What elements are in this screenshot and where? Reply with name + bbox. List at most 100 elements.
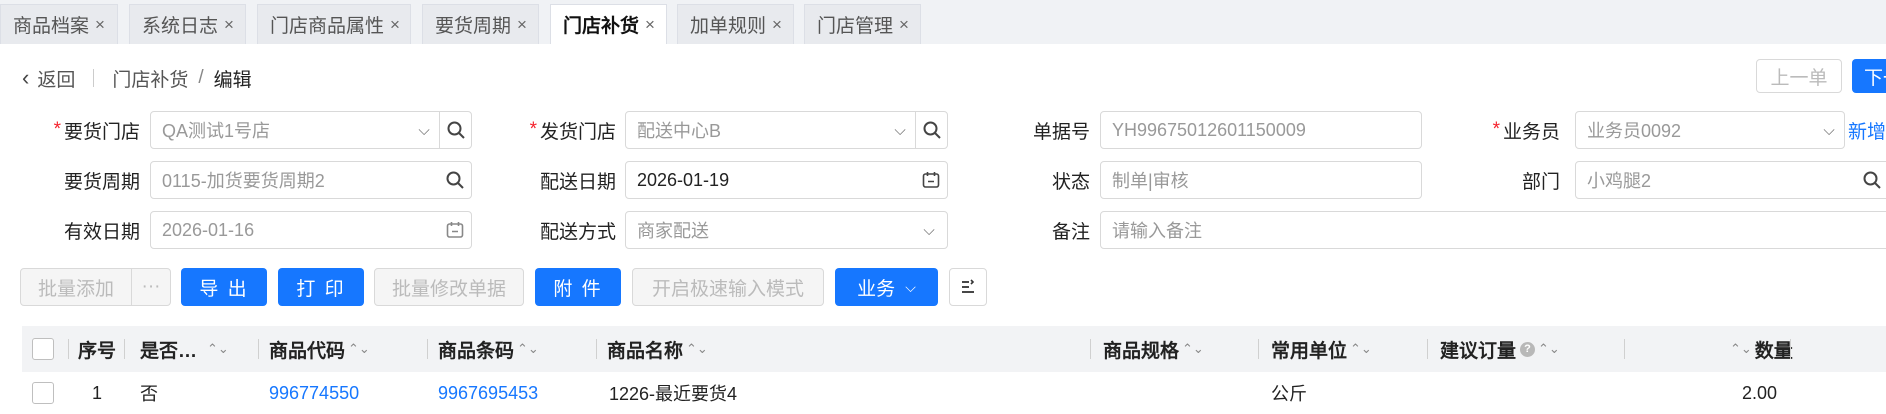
divider (93, 69, 95, 87)
business-label: 业务 (857, 278, 896, 300)
close-icon[interactable]: × (517, 15, 527, 35)
tab-label: 门店补货 (563, 16, 640, 37)
tab-require-cycle[interactable]: 要货周期 × (422, 4, 539, 44)
doc-no-label: 单据号 (1032, 121, 1090, 143)
table-header: 序号 是否… ⌃⌄ 商品代码 ⌃⌄ 商品条码 ⌃⌄ 商品名称 ⌃⌄ 商品规格 ⌃⌄ 常用单… (22, 326, 1886, 372)
calendar-icon[interactable] (439, 212, 471, 248)
close-icon[interactable]: × (645, 15, 655, 35)
cycle-label: 要货周期 (63, 171, 140, 193)
close-icon[interactable]: × (390, 15, 400, 35)
tab-label: 系统日志 (142, 16, 219, 37)
status-label: 状态 (1051, 171, 1090, 193)
search-icon[interactable] (1856, 162, 1886, 198)
table-row[interactable]: 1 否 996774550 9967695453 1226-最近要货4 公斤 2… (22, 372, 1886, 414)
dept-label: 部门 (1521, 171, 1560, 193)
ship-mode-label: 配送方式 (539, 221, 616, 243)
require-store-select[interactable]: QA测试1号店 ⌵ (150, 111, 472, 149)
sort-icon[interactable]: ⌃⌄ (1730, 341, 1752, 357)
print-button[interactable]: 打 印 (278, 268, 364, 306)
row-checkbox[interactable] (32, 372, 54, 414)
batch-add-button[interactable]: 批量添加 (20, 268, 132, 306)
sort-icon[interactable]: ⌃⌄ (348, 341, 370, 357)
valid-date-label: 有效日期 (63, 221, 140, 243)
sort-icon[interactable]: ⌃⌄ (1182, 341, 1204, 357)
chevron-down-icon: ⌵ (894, 121, 906, 139)
close-icon[interactable]: × (224, 15, 234, 35)
close-icon[interactable]: × (899, 15, 909, 35)
dept-value: 小鸡腿2 (1587, 171, 1652, 191)
salesman-value: 业务员0092 (1587, 121, 1682, 141)
ship-date-label: 配送日期 (539, 171, 616, 193)
col-code[interactable]: 商品代码 ⌃⌄ (269, 326, 370, 372)
ship-store-select[interactable]: 配送中心B ⌵ (625, 111, 948, 149)
tab-store-manage[interactable]: 门店管理 × (804, 4, 921, 44)
col-suggest-qty[interactable]: 建议订量? ⌃⌄ (1440, 326, 1560, 372)
ship-store-value: 配送中心B (637, 121, 722, 141)
breadcrumb-current: 编辑 (213, 69, 252, 91)
ship-mode-value: 商家配送 (637, 221, 709, 241)
ship-date-value: 2026-01-19 (637, 169, 730, 190)
valid-date-value: 2026-01-16 (162, 219, 255, 240)
sort-icon[interactable]: ⌃⌄ (207, 341, 229, 357)
cell-flag: 否 (140, 384, 158, 404)
cell-barcode-link[interactable]: 9967695453 (438, 372, 538, 414)
tab-store-replenish[interactable]: 门店补货 × (550, 4, 667, 44)
cycle-select[interactable]: 0115-加货要货周期2 (150, 161, 472, 199)
sort-icon[interactable]: ⌃⌄ (1350, 341, 1372, 357)
back-link[interactable]: 返回 (37, 65, 75, 92)
tab-label: 门店商品属性 (270, 16, 385, 37)
search-icon[interactable] (915, 112, 947, 148)
cell-seq: 1 (92, 382, 103, 403)
col-seq: 序号 (78, 340, 117, 362)
tab-store-goods-attr[interactable]: 门店商品属性 × (257, 4, 411, 44)
tab-label: 加单规则 (690, 16, 767, 37)
calendar-icon[interactable] (915, 162, 947, 198)
search-icon[interactable] (439, 112, 471, 148)
more-button[interactable]: ··· (131, 268, 171, 306)
tab-add-order-rule[interactable]: 加单规则 × (677, 4, 794, 44)
col-name[interactable]: 商品名称 ⌃⌄ (607, 326, 708, 372)
business-dropdown-button[interactable]: 业务 ⌵ (835, 268, 938, 306)
salesman-label: * 业务员 (1492, 119, 1560, 143)
column-settings-icon[interactable] (949, 268, 987, 306)
tab-system-log[interactable]: 系统日志 × (129, 4, 246, 44)
cycle-value: 0115-加货要货周期2 (162, 171, 325, 191)
cell-qty[interactable]: 2.00 (1742, 372, 1777, 414)
col-flag[interactable]: 是否… ⌃⌄ (140, 326, 229, 372)
breadcrumb-parent[interactable]: 门店补货 (112, 65, 188, 92)
attachment-button[interactable]: 附 件 (535, 268, 621, 306)
ship-date-picker[interactable]: 2026-01-19 (625, 161, 948, 199)
remark-input[interactable]: 请输入备注 (1100, 211, 1886, 249)
doc-no-field: YH99675012601150009 (1100, 111, 1422, 149)
chevron-down-icon: ⌵ (418, 121, 430, 139)
ship-mode-select[interactable]: 商家配送 ⌵ (625, 211, 948, 249)
sort-icon[interactable]: ⌃⌄ (517, 341, 539, 357)
add-salesman-link[interactable]: 新增 (1848, 111, 1886, 149)
close-icon[interactable]: × (95, 15, 105, 35)
fast-input-mode-button[interactable]: 开启极速输入模式 (632, 268, 824, 306)
valid-date-picker[interactable]: 2026-01-16 (150, 211, 472, 249)
require-store-label: * 要货门店 (53, 119, 140, 143)
close-icon[interactable]: × (772, 15, 782, 35)
remark-label: 备注 (1051, 221, 1090, 243)
sort-icon[interactable]: ⌃⌄ (686, 341, 708, 357)
batch-edit-button[interactable]: 批量修改单据 (374, 268, 524, 306)
next-doc-button[interactable]: 下一 (1852, 59, 1886, 93)
breadcrumb: ‹ 返回 门店补货 / 编辑 (22, 64, 252, 92)
tab-goods-archive[interactable]: 商品档案 × (0, 4, 118, 44)
salesman-select[interactable]: 业务员0092 ⌵ (1575, 111, 1845, 149)
col-qty[interactable]: ⌃⌄ 数量 (1727, 326, 1793, 372)
select-all-checkbox[interactable] (32, 326, 54, 372)
col-barcode[interactable]: 商品条码 ⌃⌄ (438, 326, 539, 372)
chevron-down-icon: ⌵ (1823, 121, 1835, 139)
dept-select[interactable]: 小鸡腿2 (1575, 161, 1886, 199)
help-icon[interactable]: ? (1520, 341, 1536, 357)
cell-code-link[interactable]: 996774550 (269, 372, 359, 414)
chevron-left-icon[interactable]: ‹ (22, 65, 29, 91)
col-spec[interactable]: 商品规格 ⌃⌄ (1103, 326, 1204, 372)
export-button[interactable]: 导 出 (181, 268, 267, 306)
prev-doc-button[interactable]: 上一单 (1756, 59, 1842, 93)
search-icon[interactable] (439, 162, 471, 198)
col-unit[interactable]: 常用单位 ⌃⌄ (1271, 326, 1372, 372)
sort-icon[interactable]: ⌃⌄ (1538, 341, 1560, 357)
